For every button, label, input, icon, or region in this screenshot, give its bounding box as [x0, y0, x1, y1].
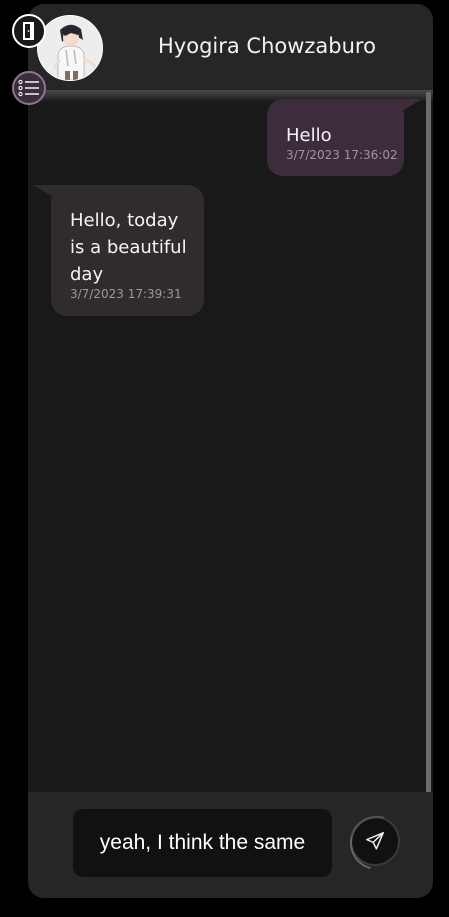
- message-received: Hello, today is a beautiful day 3/7/2023…: [51, 185, 204, 316]
- contact-name: Hyogira Chowzaburo: [158, 34, 376, 58]
- message-sent: Hello 3/7/2023 17:36:02: [267, 99, 404, 176]
- menu-button[interactable]: [12, 71, 46, 105]
- message-timestamp: 3/7/2023 17:36:02: [286, 148, 398, 162]
- list-menu-icon: [18, 79, 39, 97]
- door-exit-icon: [23, 22, 34, 40]
- chat-scrollbar[interactable]: [426, 92, 431, 794]
- paper-plane-icon: [366, 832, 384, 850]
- contact-avatar: [37, 15, 103, 81]
- message-text: Hello, today is a beautiful day: [70, 210, 187, 285]
- chat-window: Hyogira Chowzaburo Hello 3/7/2023 17:36:…: [28, 4, 433, 898]
- send-button[interactable]: [350, 816, 400, 866]
- message-timestamp: 3/7/2023 17:39:31: [70, 287, 182, 301]
- message-input[interactable]: [73, 809, 332, 877]
- composer-bar: [28, 792, 433, 898]
- avatar-figure: [38, 16, 102, 80]
- exit-button[interactable]: [12, 14, 46, 48]
- message-text: Hello: [286, 125, 332, 146]
